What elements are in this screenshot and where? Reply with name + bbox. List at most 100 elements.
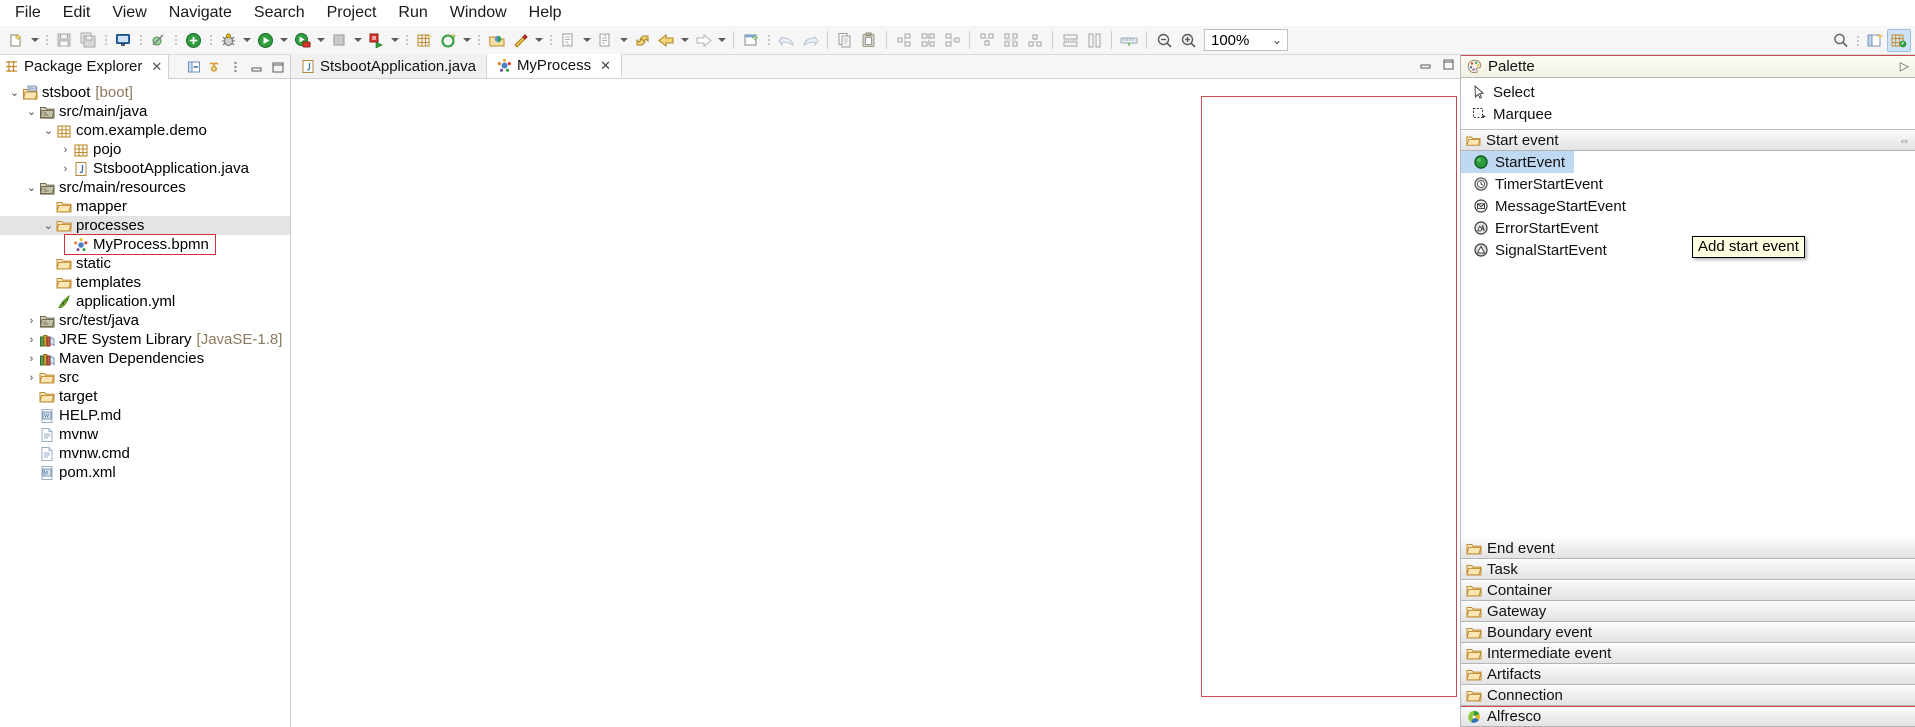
menu-item-view[interactable]: View bbox=[101, 2, 157, 24]
open-type-icon[interactable] bbox=[484, 29, 508, 52]
tree-item[interactable]: static bbox=[0, 254, 290, 273]
skip-breakpoints-icon[interactable] bbox=[146, 29, 170, 52]
run-coverage-dropdown-icon[interactable] bbox=[314, 29, 327, 52]
toolbar-drag-handle-2[interactable] bbox=[102, 31, 109, 49]
open-perspective-icon[interactable] bbox=[1863, 29, 1887, 52]
tree-item[interactable]: templates bbox=[0, 273, 290, 292]
menu-item-project[interactable]: Project bbox=[316, 2, 388, 24]
palette-drawer-connection[interactable]: Connection bbox=[1461, 685, 1915, 706]
align-right-icon[interactable] bbox=[940, 29, 964, 52]
palette-drawer-end-event[interactable]: End event bbox=[1461, 538, 1915, 559]
new-package-dropdown-icon[interactable] bbox=[460, 29, 473, 52]
last-edit-location-icon[interactable] bbox=[630, 29, 654, 52]
align-bottom-icon[interactable] bbox=[1023, 29, 1047, 52]
palette-entry-timerstartevent[interactable]: TimerStartEvent bbox=[1461, 173, 1915, 195]
tab-myprocess[interactable]: MyProcess ✕ bbox=[486, 54, 623, 78]
toolbar-drag-handle-5[interactable] bbox=[207, 31, 214, 49]
tree-item[interactable]: ⌄ com.example.demo bbox=[0, 121, 290, 140]
tree-item[interactable]: › src/test/java bbox=[0, 311, 290, 330]
palette-drawer-artifacts[interactable]: Artifacts bbox=[1461, 664, 1915, 685]
tree-item[interactable]: Mpom.xml bbox=[0, 463, 290, 482]
chevron-down-icon[interactable]: ⌄ bbox=[42, 124, 55, 137]
toolbar-drag-handle-8[interactable] bbox=[547, 31, 554, 49]
tree-item[interactable]: mvnw.cmd bbox=[0, 444, 290, 463]
new-java-class-icon[interactable] bbox=[412, 29, 436, 52]
chevron-right-icon[interactable]: › bbox=[25, 353, 38, 365]
chevron-down-icon[interactable]: ⌄ bbox=[1272, 33, 1285, 47]
toolbar-drag-handle-6[interactable] bbox=[403, 31, 410, 49]
close-icon[interactable]: ✕ bbox=[600, 58, 611, 74]
back-icon[interactable] bbox=[654, 29, 678, 52]
match-height-icon[interactable] bbox=[1082, 29, 1106, 52]
new-wizard-icon[interactable] bbox=[4, 29, 28, 52]
palette-drawer-task[interactable]: Task bbox=[1461, 559, 1915, 580]
chevron-right-icon[interactable]: › bbox=[25, 334, 38, 346]
tab-package-explorer[interactable]: Package Explorer ✕ bbox=[0, 54, 170, 79]
palette-entry-startevent[interactable]: StartEvent bbox=[1461, 151, 1574, 173]
palette-entry-messagestartevent[interactable]: MessageStartEvent bbox=[1461, 195, 1915, 217]
tree-item[interactable]: › JRE System Library [JavaSE-1.8] bbox=[0, 330, 290, 349]
tree-item[interactable]: › Maven Dependencies bbox=[0, 349, 290, 368]
ruler-icon[interactable] bbox=[1117, 29, 1141, 52]
pin-editor-icon[interactable] bbox=[739, 29, 763, 52]
chevron-down-icon[interactable]: ⌄ bbox=[42, 219, 55, 232]
tree-item[interactable]: ⌄ src/main/resources bbox=[0, 178, 290, 197]
next-annotation-dropdown-icon[interactable] bbox=[580, 29, 593, 52]
align-top-icon[interactable] bbox=[975, 29, 999, 52]
palette-drawer-boundary-event[interactable]: Boundary event bbox=[1461, 622, 1915, 643]
maximize-icon[interactable] bbox=[268, 58, 287, 77]
tree-item[interactable]: mapper bbox=[0, 197, 290, 216]
new-package-icon[interactable] bbox=[436, 29, 460, 52]
tab-stsbootapplication-java[interactable]: StsbootApplication.java bbox=[291, 54, 487, 78]
toolbar-drag-handle[interactable] bbox=[43, 31, 50, 49]
copy-icon[interactable] bbox=[833, 29, 857, 52]
back-dropdown-icon[interactable] bbox=[678, 29, 691, 52]
menu-item-window[interactable]: Window bbox=[439, 2, 518, 24]
chevron-right-icon[interactable]: › bbox=[59, 144, 72, 156]
tree-item[interactable]: mvnw bbox=[0, 425, 290, 444]
java-perspective-icon[interactable] bbox=[1887, 29, 1911, 52]
view-menu-icon[interactable] bbox=[226, 58, 245, 77]
forward-icon[interactable] bbox=[691, 29, 715, 52]
palette-drawer-alfresco[interactable]: Alfresco bbox=[1461, 706, 1915, 727]
zoom-level-combo[interactable]: 100% ⌄ bbox=[1204, 29, 1288, 51]
palette-tool-marquee[interactable]: Marquee bbox=[1461, 103, 1915, 125]
chevron-down-icon[interactable]: ⌄ bbox=[8, 86, 21, 99]
palette-entry-errorstartevent[interactable]: ErrorStartEvent bbox=[1461, 217, 1915, 239]
debug-icon[interactable] bbox=[216, 29, 240, 52]
run-dropdown-icon[interactable] bbox=[277, 29, 290, 52]
menu-item-file[interactable]: File bbox=[4, 2, 52, 24]
toolbar-drag-handle-3[interactable] bbox=[137, 31, 144, 49]
tree-item[interactable]: ⌄ processes bbox=[0, 216, 290, 235]
tree-item[interactable]: MyProcess.bpmn bbox=[0, 234, 290, 255]
match-width-icon[interactable] bbox=[1058, 29, 1082, 52]
menu-item-search[interactable]: Search bbox=[243, 2, 316, 24]
boot-dashboard-icon[interactable] bbox=[181, 29, 205, 52]
new-wizard-dropdown-icon[interactable] bbox=[28, 29, 41, 52]
palette-entry-signalstartevent[interactable]: SignalStartEvent bbox=[1461, 239, 1915, 261]
project-tree[interactable]: ⌄ M+J stsboot [boot] ⌄ src/main/java ⌄ com.exam… bbox=[0, 80, 290, 727]
previous-annotation-icon[interactable] bbox=[593, 29, 617, 52]
tree-item[interactable]: › pojo bbox=[0, 140, 290, 159]
tree-item[interactable]: W HELP.md bbox=[0, 406, 290, 425]
palette-tool-select[interactable]: Select bbox=[1461, 81, 1915, 103]
debug-dropdown-icon[interactable] bbox=[240, 29, 253, 52]
external-tools-icon[interactable] bbox=[508, 29, 532, 52]
palette-pin-icon[interactable]: ▷ bbox=[1900, 59, 1909, 73]
zoom-out-icon[interactable] bbox=[1152, 29, 1176, 52]
chevron-right-icon[interactable]: › bbox=[25, 315, 38, 327]
palette-drawer-gateway[interactable]: Gateway bbox=[1461, 601, 1915, 622]
terminate-icon[interactable] bbox=[327, 29, 351, 52]
tree-item[interactable]: › StsbootApplication.java bbox=[0, 159, 290, 178]
run-icon[interactable] bbox=[253, 29, 277, 52]
chevron-down-icon[interactable]: ⌄ bbox=[25, 105, 38, 118]
chevron-down-icon[interactable]: ⌄ bbox=[25, 181, 38, 194]
redo-icon[interactable] bbox=[798, 29, 822, 52]
run-as-server-dropdown-icon[interactable] bbox=[388, 29, 401, 52]
chevron-right-icon[interactable]: › bbox=[59, 163, 72, 175]
align-middle-icon[interactable] bbox=[999, 29, 1023, 52]
menu-item-run[interactable]: Run bbox=[387, 2, 438, 24]
run-coverage-icon[interactable] bbox=[290, 29, 314, 52]
toolbar-drag-handle-7[interactable] bbox=[475, 31, 482, 49]
menu-item-navigate[interactable]: Navigate bbox=[158, 2, 243, 24]
